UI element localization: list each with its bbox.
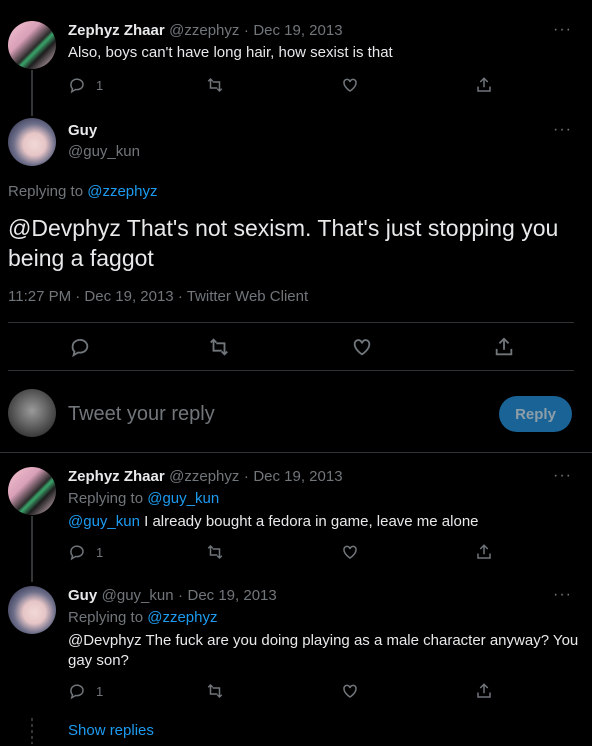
tweet-body: I already bought a fedora in game, leave… — [139, 513, 479, 530]
mention-link[interactable]: @zzephyz — [147, 609, 217, 626]
author-name[interactable]: Zephyz Zhaar — [68, 22, 165, 39]
share-button[interactable] — [475, 682, 493, 700]
main-tweet-text: @Devphyz That's not sexism. That's just … — [8, 215, 559, 271]
author-name[interactable]: Guy — [68, 587, 97, 604]
tweet-header: Zephyz Zhaar @zzephyz · Dec 19, 2013 — [68, 468, 343, 486]
author-handle[interactable]: @guy_kun — [68, 143, 140, 160]
thread-line — [31, 516, 33, 582]
share-button[interactable] — [475, 543, 493, 561]
author-name[interactable]: Zephyz Zhaar — [68, 468, 165, 485]
replying-label: Replying to — [68, 490, 144, 507]
replying-to: Replying to @zzephyz — [8, 183, 157, 200]
reply-input[interactable] — [68, 399, 468, 429]
divider — [8, 370, 574, 371]
reply-count: 1 — [96, 683, 104, 699]
tweet-header: Guy @guy_kun · Dec 19, 2013 — [68, 587, 277, 605]
avatar[interactable] — [8, 389, 56, 437]
replying-to: Replying to @guy_kun — [68, 490, 219, 507]
show-replies-link[interactable]: Show replies — [68, 722, 154, 739]
reply-icon — [70, 684, 84, 700]
like-button[interactable] — [341, 682, 359, 700]
retweet-button[interactable] — [206, 543, 224, 561]
retweet-icon — [207, 683, 223, 699]
separator: · — [243, 468, 249, 485]
more-icon[interactable]: ··· — [553, 586, 572, 604]
mention-link[interactable]: @zzephyz — [87, 183, 157, 200]
like-icon — [343, 78, 357, 92]
reply-icon — [71, 338, 89, 358]
avatar[interactable] — [8, 586, 56, 634]
author-handle[interactable]: @guy_kun — [102, 587, 174, 604]
share-icon — [477, 683, 491, 698]
divider — [0, 452, 592, 453]
like-button[interactable] — [341, 543, 359, 561]
retweet-button[interactable] — [208, 336, 230, 358]
retweet-icon — [207, 544, 223, 560]
author-handle[interactable]: @zzephyz — [169, 22, 239, 39]
reply-icon — [70, 545, 84, 561]
reply-button[interactable]: 1 — [68, 682, 103, 700]
tweet-header: Zephyz Zhaar @zzephyz · Dec 19, 2013 — [68, 22, 343, 40]
tweet-text-line: gay son? — [68, 652, 129, 669]
separator: · — [243, 22, 249, 39]
retweet-icon — [210, 338, 228, 356]
reply-icon — [70, 78, 84, 94]
more-icon[interactable]: ··· — [553, 467, 572, 485]
avatar[interactable] — [8, 467, 56, 515]
thread-line — [31, 70, 33, 116]
retweet-icon — [207, 77, 223, 93]
retweet-button[interactable] — [206, 76, 224, 94]
separator: · — [178, 587, 184, 604]
timestamp[interactable]: Dec 19, 2013 — [188, 587, 277, 604]
reply-submit-button[interactable]: Reply — [499, 396, 572, 432]
reply-count: 1 — [96, 77, 104, 93]
more-icon[interactable]: ··· — [553, 21, 572, 39]
tweet-text: @Devphyz The fuck are you doing playing … — [68, 631, 578, 671]
more-icon[interactable]: ··· — [553, 121, 572, 139]
avatar[interactable] — [8, 21, 56, 69]
share-icon — [477, 544, 491, 559]
like-icon — [353, 339, 371, 356]
avatar[interactable] — [8, 118, 56, 166]
like-icon — [343, 684, 357, 698]
timestamp[interactable]: Dec 19, 2013 — [253, 22, 342, 39]
reply-button[interactable]: 1 — [68, 76, 103, 94]
share-icon — [495, 337, 513, 356]
like-button[interactable] — [341, 76, 359, 94]
mention-link[interactable]: @guy_kun — [147, 490, 219, 507]
timestamp[interactable]: Dec 19, 2013 — [253, 468, 342, 485]
reply-count: 1 — [96, 544, 104, 560]
like-button[interactable] — [351, 336, 373, 358]
share-button[interactable] — [493, 336, 515, 358]
replying-to: Replying to @zzephyz — [68, 609, 217, 626]
share-button[interactable] — [475, 76, 493, 94]
share-icon — [477, 77, 491, 92]
like-icon — [343, 545, 357, 559]
tweet-text-line: @Devphyz The fuck are you doing playing … — [68, 632, 579, 649]
divider — [8, 322, 574, 323]
tweet-text: Also, boys can't have long hair, how sex… — [68, 44, 393, 61]
author-handle[interactable]: @zzephyz — [169, 468, 239, 485]
reply-button[interactable] — [69, 336, 91, 358]
replying-label: Replying to — [8, 183, 84, 200]
author-name[interactable]: Guy — [68, 122, 97, 139]
tweet-text: @guy_kun I already bought a fedora in ga… — [68, 512, 479, 532]
tweet-meta[interactable]: 11:27 PM · Dec 19, 2013 · Twitter Web Cl… — [8, 288, 308, 305]
reply-button[interactable]: 1 — [68, 543, 103, 561]
mention-link[interactable]: @guy_kun — [68, 513, 140, 530]
replying-label: Replying to — [68, 609, 144, 626]
more-replies-indicator — [31, 718, 33, 744]
retweet-button[interactable] — [206, 682, 224, 700]
